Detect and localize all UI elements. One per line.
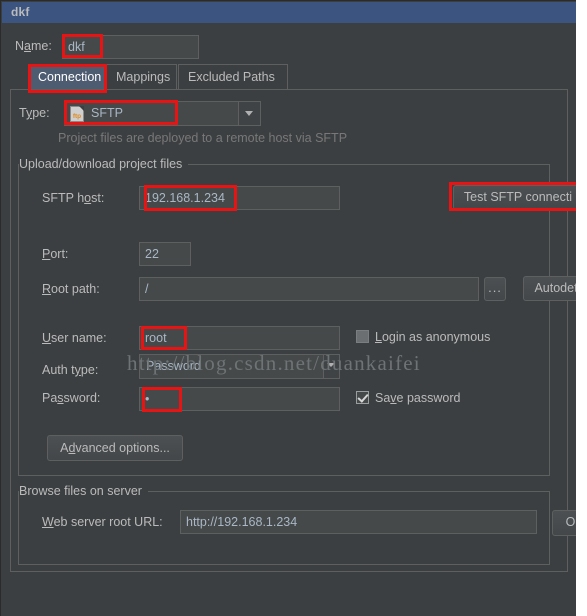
name-label: Name: [15, 39, 52, 53]
advanced-options-button[interactable]: Advanced options... [47, 435, 183, 461]
open-url-button[interactable]: Op [552, 510, 576, 536]
login-as-anonymous-label: Login as anonymous [375, 330, 491, 344]
root-path-label: Root path: [42, 282, 100, 296]
name-input[interactable]: dkf [62, 35, 199, 59]
window-title: dkf [11, 5, 30, 19]
root-path-input[interactable]: / [139, 277, 479, 301]
ftp-document-icon: ftp [70, 106, 84, 122]
test-sftp-connection-button[interactable]: Test SFTP connecti [453, 185, 576, 210]
root-path-browse-button[interactable]: ... [484, 277, 506, 301]
auth-type-combobox[interactable]: Password [139, 354, 340, 379]
type-combobox-value: SFTP [91, 106, 123, 120]
upload-group-box [18, 164, 550, 476]
tab-connection[interactable]: Connection [28, 64, 105, 90]
type-hint-text: Project files are deployed to a remote h… [58, 131, 348, 145]
tab-mappings[interactable]: Mappings [106, 64, 177, 90]
deployment-config-dialog: dkf Name: dkf Connection Mappings Exclud… [0, 0, 576, 616]
tab-strip: Connection Mappings Excluded Paths [28, 64, 568, 90]
autodetect-button[interactable]: Autodet [523, 276, 576, 301]
type-combobox[interactable]: ftp SFTP [64, 101, 261, 126]
password-input[interactable]: • [139, 387, 340, 411]
web-server-root-url-input[interactable]: http://192.168.1.234 [180, 510, 537, 534]
save-password-label: Save password [375, 391, 461, 405]
chevron-down-icon[interactable] [238, 102, 260, 125]
tab-excluded-paths[interactable]: Excluded Paths [178, 64, 288, 90]
user-name-input[interactable]: root [139, 326, 340, 350]
auth-type-value: Password [146, 359, 201, 373]
auth-type-label: Auth type: [42, 363, 99, 377]
sftp-host-input[interactable]: 192.168.1.234 [139, 186, 340, 210]
password-label: Password: [42, 391, 101, 405]
type-label: Type: [19, 106, 50, 120]
window-title-bar: dkf [2, 2, 576, 23]
save-password-checkbox[interactable] [356, 391, 369, 404]
login-as-anonymous-checkbox[interactable] [356, 330, 369, 343]
web-url-label: Web server root URL: [42, 515, 163, 529]
port-input[interactable]: 22 [139, 242, 191, 266]
browse-group-title: Browse files on server [19, 484, 148, 498]
upload-group-title: Upload/download project files [19, 157, 189, 171]
port-label: Port: [42, 247, 69, 261]
sftp-host-label: SFTP host: [42, 191, 105, 205]
dialog-content: Name: dkf Connection Mappings Excluded P… [1, 23, 576, 616]
chevron-down-icon[interactable] [323, 355, 339, 378]
user-name-label: User name: [42, 331, 107, 345]
